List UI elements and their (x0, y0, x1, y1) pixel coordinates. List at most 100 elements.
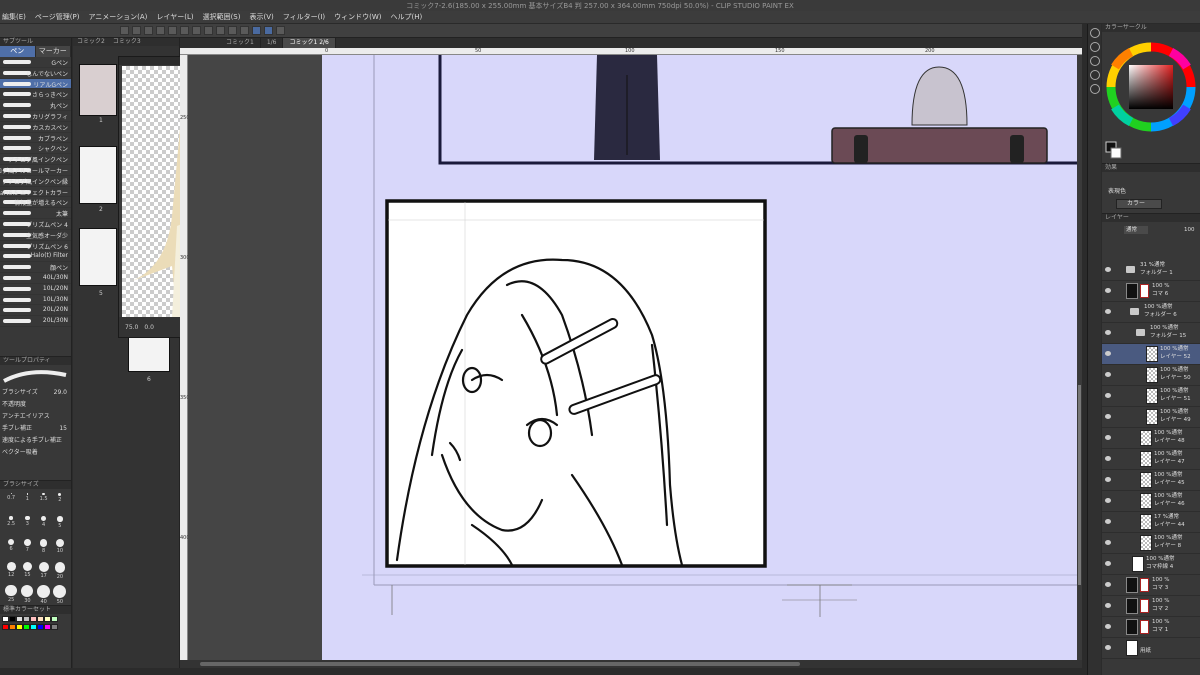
eye-icon[interactable] (1105, 330, 1111, 335)
brush-item[interactable]: 20L/30N (0, 316, 71, 327)
canvas-area[interactable] (188, 55, 1082, 660)
horizontal-scrollbar[interactable] (180, 660, 1082, 668)
manga-page[interactable] (322, 55, 1082, 660)
expression-color-dropdown[interactable]: カラー (1116, 199, 1162, 209)
menu-window[interactable]: ウィンドウ(W) (334, 12, 381, 22)
brush-size-option[interactable]: 5 (52, 516, 68, 537)
layer-row[interactable]: 100 %通常 レイヤー 8 (1102, 533, 1200, 554)
eye-icon[interactable] (1105, 435, 1111, 440)
color-swatch[interactable] (9, 616, 16, 622)
brush-size-option[interactable]: 8 (36, 539, 52, 560)
brush-item[interactable]: さらっきペン (0, 89, 71, 101)
color-swatch[interactable] (2, 624, 9, 630)
color-swatch[interactable] (16, 616, 23, 622)
page-thumbnail-1[interactable] (79, 64, 117, 116)
page-manager-tab-2[interactable]: コミック3 (109, 38, 145, 46)
navigator-toggle-icon[interactable] (1089, 28, 1100, 38)
brush-size-option[interactable]: 0.7 (3, 493, 19, 514)
layer-opacity-value[interactable]: 100 (1184, 226, 1195, 234)
color-swatch[interactable] (16, 624, 23, 630)
brush-size-option[interactable]: 17 (36, 562, 52, 583)
property-row[interactable]: ブラシサイズ 29.0 (0, 387, 71, 399)
color-swatch[interactable] (51, 616, 58, 622)
new-icon[interactable] (120, 26, 129, 35)
horizontal-scroll-thumb[interactable] (200, 662, 800, 666)
tab-pen[interactable]: ペン (0, 46, 36, 57)
vector-snap-icon[interactable] (264, 26, 273, 35)
brush-item[interactable]: ブリズムペン 4 (0, 219, 71, 230)
brush-item[interactable]: 空気感オーダ少 (0, 230, 71, 241)
color-slider-icon[interactable] (1089, 84, 1100, 94)
color-swatch[interactable] (9, 624, 16, 630)
brush-item[interactable]: カブラペン (0, 133, 71, 144)
brush-item[interactable]: 40L/30N (0, 273, 71, 284)
brush-item[interactable]: 10L/20N (0, 284, 71, 295)
page-thumbnail-6[interactable] (128, 336, 170, 372)
eye-icon[interactable] (1105, 414, 1111, 419)
brush-size-option[interactable]: 40 (36, 585, 52, 606)
property-row[interactable]: 不透明度 (0, 399, 71, 411)
eye-icon[interactable] (1105, 561, 1111, 566)
special-ruler-snap-icon[interactable] (240, 26, 249, 35)
vertical-scrollbar[interactable] (1077, 55, 1082, 660)
property-row[interactable]: 速度による手ブレ補正 (0, 435, 71, 447)
color-swatch[interactable] (23, 616, 30, 622)
eye-icon[interactable] (1105, 498, 1111, 503)
property-row[interactable]: 手ブレ補正 15 (0, 423, 71, 435)
menu-animation[interactable]: アニメーション(A) (88, 12, 147, 22)
property-row[interactable]: アンチエイリアス (0, 411, 71, 423)
brush-size-option[interactable]: 15 (19, 562, 35, 583)
property-value[interactable]: 15 (59, 423, 67, 435)
layer-row[interactable]: 100 % コマ 3 (1102, 575, 1200, 596)
property-value[interactable]: 29.0 (54, 387, 67, 399)
brush-item[interactable]: 丸ペン (0, 100, 71, 111)
eye-icon[interactable] (1105, 456, 1111, 461)
menu-selection[interactable]: 選択範囲(S) (203, 12, 241, 22)
navigator-rotation-value[interactable]: 0.0 (144, 324, 154, 331)
layer-row[interactable]: 100 %通常 レイヤー 48 (1102, 428, 1200, 449)
brush-item[interactable]: 顔ペン (0, 262, 71, 273)
eye-icon[interactable] (1105, 540, 1111, 545)
eye-icon[interactable] (1105, 372, 1111, 377)
deselect-icon[interactable] (204, 26, 213, 35)
brush-size-option[interactable]: 1.5 (36, 493, 52, 514)
brush-size-option[interactable]: 25 (3, 585, 19, 606)
menu-help[interactable]: ヘルプ(H) (391, 12, 423, 22)
brush-item[interactable]: アナログ風インクペン縁 (0, 176, 71, 187)
eye-icon[interactable] (1105, 288, 1111, 293)
layer-row[interactable]: 31 %通常 フォルダー 1 (1102, 260, 1200, 281)
layer-row[interactable]: 100 %通常 レイヤー 52 (1102, 344, 1200, 365)
brush-item[interactable]: リアルpart6.5 エフェクトカラー (0, 187, 71, 198)
brush-item[interactable]: カスカスペン (0, 122, 71, 133)
settings-icon[interactable] (276, 26, 285, 35)
doc-tab-active[interactable]: コミック1 2/6 (283, 38, 336, 48)
blend-mode-dropdown[interactable]: 通常 (1124, 226, 1148, 234)
brush-size-option[interactable]: 1 (19, 493, 35, 514)
brush-item[interactable]: アナログ風インクペン (0, 154, 71, 165)
eye-icon[interactable] (1105, 351, 1111, 356)
layer-row[interactable]: 100 %通常 レイヤー 49 (1102, 407, 1200, 428)
brush-item[interactable]: しんでないペン (0, 68, 71, 79)
menu-view[interactable]: 表示(V) (249, 12, 273, 22)
color-swatch[interactable] (44, 624, 51, 630)
color-swatch[interactable] (37, 624, 44, 630)
brush-size-option[interactable]: 4 (36, 516, 52, 537)
layer-row[interactable]: 100 %通常 レイヤー 51 (1102, 386, 1200, 407)
color-history-icon[interactable] (1089, 70, 1100, 80)
open-icon[interactable] (132, 26, 141, 35)
menu-layer[interactable]: レイヤー(L) (156, 12, 193, 22)
eye-icon[interactable] (1105, 477, 1111, 482)
color-swatch[interactable] (2, 616, 9, 622)
redo-icon[interactable] (168, 26, 177, 35)
eye-icon[interactable] (1105, 393, 1111, 398)
layer-row[interactable]: 用紙 (1102, 638, 1200, 659)
brush-item[interactable]: 情報量が増えるペン (0, 197, 71, 209)
layer-row[interactable]: 100 % コマ 2 (1102, 596, 1200, 617)
layer-row[interactable]: 17 %通常 レイヤー 44 (1102, 512, 1200, 533)
layer-row[interactable]: 100 % コマ 1 (1102, 617, 1200, 638)
layer-row[interactable]: 100 %通常 コマ枠線 4 (1102, 554, 1200, 575)
brush-size-option[interactable]: 7 (19, 539, 35, 560)
color-wheel[interactable] (1102, 32, 1200, 164)
undo-icon[interactable] (156, 26, 165, 35)
layer-row[interactable]: 100 %通常 レイヤー 45 (1102, 470, 1200, 491)
